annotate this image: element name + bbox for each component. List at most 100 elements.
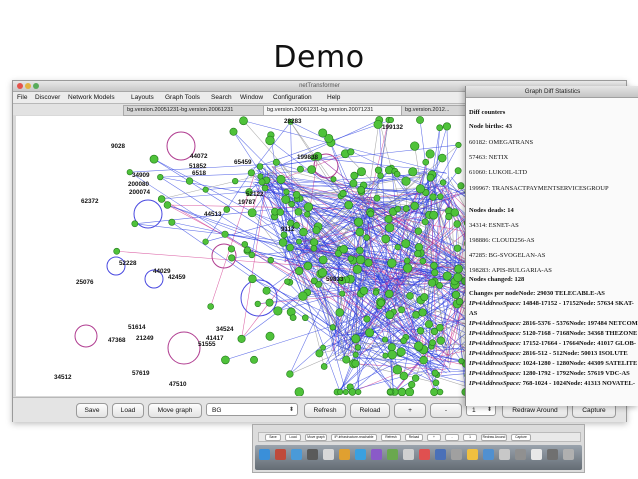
- graph-node[interactable]: [405, 387, 415, 396]
- graph-node[interactable]: [248, 251, 256, 259]
- dock-app-icon[interactable]: [419, 449, 430, 460]
- graph-node[interactable]: [453, 220, 461, 228]
- graph-node[interactable]: [424, 320, 433, 329]
- graph-node[interactable]: [431, 369, 439, 377]
- graph-node[interactable]: [401, 176, 411, 186]
- dock-app-icon[interactable]: [403, 449, 414, 460]
- graph-node[interactable]: [286, 243, 294, 252]
- graph-node[interactable]: [339, 244, 349, 254]
- graph-node[interactable]: [163, 201, 172, 209]
- menu-graph-tools[interactable]: Graph Tools: [165, 92, 200, 103]
- refresh-button[interactable]: Refresh: [304, 403, 346, 418]
- graph-node[interactable]: [262, 286, 271, 295]
- graph-node[interactable]: [408, 167, 418, 177]
- graph-node[interactable]: [453, 272, 463, 283]
- graph-node[interactable]: [202, 238, 209, 245]
- graph-node[interactable]: [414, 250, 422, 258]
- dock-app-icon[interactable]: [387, 449, 398, 460]
- graph-node[interactable]: [356, 246, 364, 255]
- graph-node[interactable]: [386, 388, 393, 396]
- graph-node[interactable]: [426, 173, 435, 182]
- graph-node[interactable]: [318, 128, 328, 138]
- graph-node[interactable]: [428, 278, 437, 287]
- graph-node[interactable]: [398, 306, 406, 314]
- graph-node[interactable]: [419, 257, 427, 265]
- graph-node[interactable]: [202, 186, 209, 193]
- graph-node[interactable]: [356, 255, 366, 265]
- graph-node[interactable]: [337, 388, 344, 396]
- graph-node[interactable]: [450, 208, 459, 217]
- graph-node[interactable]: [436, 388, 444, 396]
- graph-node[interactable]: [388, 117, 394, 123]
- dock-app-icon[interactable]: [355, 449, 366, 460]
- graph-node[interactable]: [355, 227, 365, 237]
- graph-node[interactable]: [416, 327, 425, 335]
- graph-node[interactable]: [149, 154, 159, 164]
- graph-node[interactable]: [320, 363, 328, 370]
- graph-node[interactable]: [415, 184, 425, 194]
- graph-node[interactable]: [414, 227, 423, 235]
- graph-node[interactable]: [276, 174, 286, 184]
- graph-node[interactable]: [302, 314, 309, 322]
- graph-node[interactable]: [348, 388, 357, 396]
- graph-node[interactable]: [387, 258, 397, 268]
- menu-discover[interactable]: Discover: [35, 92, 60, 103]
- menu-configuration[interactable]: Configuration: [273, 92, 312, 103]
- graph-node[interactable]: [445, 213, 453, 221]
- graph-node[interactable]: [289, 314, 297, 321]
- dock-app-icon[interactable]: [435, 449, 446, 460]
- graph-node[interactable]: [393, 170, 401, 178]
- graph-node[interactable]: [382, 352, 389, 359]
- graph-node[interactable]: [247, 169, 255, 177]
- graph-selector[interactable]: BG ⬍: [206, 403, 298, 416]
- graph-node[interactable]: [265, 135, 275, 146]
- graph-node[interactable]: [294, 207, 303, 216]
- graph-node[interactable]: [232, 177, 239, 185]
- graph-node[interactable]: [330, 176, 337, 183]
- menu-help[interactable]: Help: [327, 92, 340, 103]
- graph-node[interactable]: [385, 310, 395, 320]
- graph-node[interactable]: [374, 166, 382, 174]
- graph-node[interactable]: [272, 158, 280, 166]
- graph-node[interactable]: [401, 239, 411, 249]
- graph-node[interactable]: [392, 365, 403, 375]
- graph-node[interactable]: [363, 234, 370, 241]
- graph-node[interactable]: [296, 238, 302, 245]
- graph-node[interactable]: [373, 119, 383, 129]
- graph-node[interactable]: [442, 122, 451, 131]
- graph-node[interactable]: [286, 370, 294, 378]
- graph-node[interactable]: [344, 200, 354, 210]
- graph-node[interactable]: [295, 266, 304, 276]
- graph-node[interactable]: [420, 293, 429, 302]
- graph-node[interactable]: [292, 190, 301, 199]
- graph-node[interactable]: [318, 255, 328, 265]
- graph-node[interactable]: [410, 201, 419, 211]
- menu-file[interactable]: File: [17, 92, 27, 103]
- graph-node[interactable]: [453, 244, 462, 252]
- dock-app-icon[interactable]: [499, 449, 510, 460]
- menu-search[interactable]: Search: [211, 92, 232, 103]
- dock-app-icon[interactable]: [259, 449, 270, 460]
- graph-node[interactable]: [359, 286, 369, 295]
- graph-node[interactable]: [354, 344, 362, 351]
- graph-node[interactable]: [310, 245, 318, 252]
- menu-layouts[interactable]: Layouts: [131, 92, 154, 103]
- graph-node[interactable]: [357, 186, 365, 194]
- graph-node[interactable]: [421, 218, 429, 226]
- graph-node[interactable]: [425, 149, 435, 159]
- graph-node[interactable]: [320, 344, 326, 351]
- graph-node[interactable]: [411, 374, 420, 382]
- graph-node[interactable]: [436, 336, 445, 345]
- graph-node[interactable]: [377, 172, 384, 179]
- dock-app-icon[interactable]: [467, 449, 478, 460]
- graph-node[interactable]: [223, 206, 231, 213]
- graph-node[interactable]: [241, 241, 249, 248]
- graph-node[interactable]: [239, 116, 248, 126]
- graph-node[interactable]: [429, 339, 436, 347]
- load-button[interactable]: Load: [112, 403, 144, 418]
- graph-node[interactable]: [339, 290, 346, 297]
- graph-node[interactable]: [294, 387, 305, 396]
- graph-node[interactable]: [248, 274, 257, 284]
- graph-node[interactable]: [429, 210, 439, 220]
- graph-node[interactable]: [432, 379, 440, 387]
